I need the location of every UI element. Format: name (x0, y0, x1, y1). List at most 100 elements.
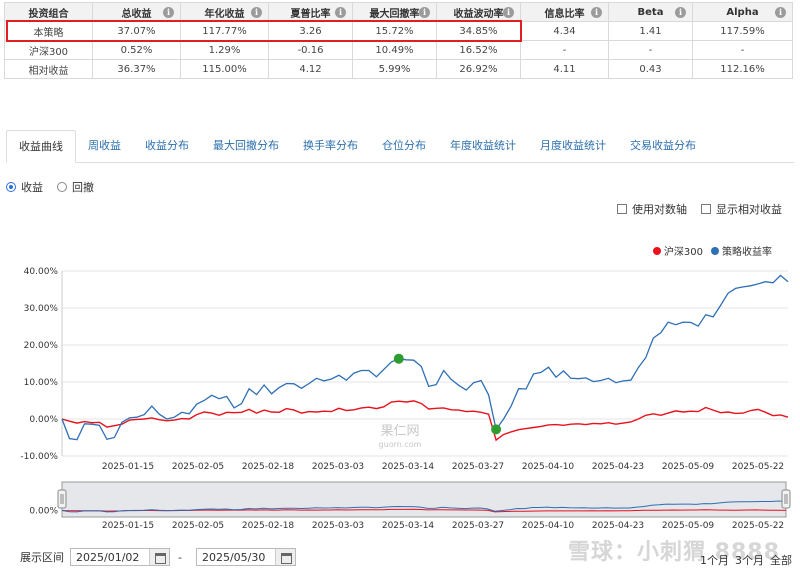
navigator-x-tick-label: 2025-01-15 (102, 521, 154, 531)
table-cell: 15.72% (352, 21, 437, 41)
log-axis-checkbox[interactable]: 使用对数轴 (617, 201, 687, 217)
y-tick-label: 30.00% (24, 304, 59, 314)
info-icon[interactable]: i (335, 7, 346, 18)
radio-label: 收益 (21, 181, 43, 194)
radio-unselected-icon (57, 182, 67, 192)
series-line-strategy (61, 274, 789, 441)
table-cell: 5.99% (352, 59, 437, 79)
info-icon[interactable]: i (775, 7, 786, 18)
tab-max-drawdown-distribution[interactable]: 最大回撤分布 (201, 130, 291, 163)
table-row: 相对收益 36.37% 115.00% 4.12 5.99% 26.92% 4.… (4, 59, 793, 79)
table-cell: 115.00% (180, 59, 269, 79)
metrics-header-row: 投资组合 总收益 i 年化收益 i 夏普比率 i 最大回撤率 i 收益波动率 i 信息比率… (4, 2, 793, 22)
chart-tabs: 收益曲线 周收益 收益分布 最大回撤分布 换手率分布 仓位分布 年度收益统计 月… (6, 130, 794, 163)
table-cell: 3.26 (268, 21, 353, 41)
zoom-all-button[interactable]: 全部 (770, 552, 792, 568)
legend-dot-icon (652, 246, 661, 255)
table-cell: 沪深300 (4, 40, 93, 60)
table-cell: 117.59% (692, 21, 793, 41)
navigator-handle[interactable] (57, 489, 67, 509)
series-line-hs300 (61, 400, 789, 442)
table-cell: 37.07% (92, 21, 181, 41)
extreme-point-marker[interactable] (491, 424, 502, 435)
tab-monthly-stats[interactable]: 月度收益统计 (528, 130, 618, 163)
header-max-drawdown: 最大回撤率 i (352, 2, 437, 22)
tab-return-distribution[interactable]: 收益分布 (133, 130, 201, 163)
info-icon[interactable]: i (419, 7, 430, 18)
table-cell: 34.85% (436, 21, 521, 41)
y-tick-label: -10.00% (20, 452, 58, 462)
info-icon[interactable]: i (251, 7, 262, 18)
tab-turnover-distribution[interactable]: 换手率分布 (291, 130, 370, 163)
return-curve-chart: 40.00% 30.00% 20.00% 10.00% 0.00% -10.00% 202… (20, 267, 791, 531)
checkbox-icon (701, 204, 711, 214)
range-separator: - (178, 550, 182, 564)
table-cell: 4.34 (520, 21, 609, 41)
table-row: 沪深300 0.52% 1.29% -0.16 10.49% 16.52% - … (4, 40, 793, 60)
calendar-icon[interactable] (149, 549, 169, 565)
tab-trade-return-distribution[interactable]: 交易收益分布 (618, 130, 708, 163)
y-tick-label: 0.00% (29, 415, 58, 425)
table-cell: 36.37% (92, 59, 181, 79)
navigator-x-tick-label: 2025-05-22 (732, 521, 784, 531)
table-cell: 4.12 (268, 59, 353, 79)
x-tick-label: 2025-04-10 (522, 462, 575, 472)
show-relative-checkbox[interactable]: 显示相对收益 (701, 201, 782, 217)
radio-drawdown[interactable]: 回撤 (57, 179, 94, 195)
table-cell: - (520, 40, 609, 60)
navigator-x-tick-label: 2025-05-09 (662, 521, 715, 531)
watermark-url: guorn.com (379, 440, 422, 449)
x-tick-label: 2025-03-03 (312, 462, 364, 472)
info-icon[interactable]: i (503, 7, 514, 18)
zoom-1m-button[interactable]: 1个月 (700, 552, 729, 568)
tab-annual-stats[interactable]: 年度收益统计 (438, 130, 528, 163)
table-cell: - (692, 40, 793, 60)
table-cell: 1.41 (608, 21, 693, 41)
table-cell: 1.29% (180, 40, 269, 60)
header-beta: Beta i (608, 2, 693, 22)
end-date-value: 2025/05/30 (201, 550, 266, 564)
view-radio-group: 收益 回撤 (6, 179, 108, 195)
checkbox-icon (617, 204, 627, 214)
x-tick-label: 2025-05-22 (732, 462, 784, 472)
table-cell: 26.92% (436, 59, 521, 79)
zoom-3m-button[interactable]: 3个月 (735, 552, 764, 568)
legend-dot-icon (711, 246, 719, 255)
navigator-x-tick-label: 2025-02-05 (172, 521, 224, 531)
navigator-x-tick-label: 2025-03-27 (452, 521, 504, 531)
radio-selected-icon (6, 182, 16, 192)
extreme-point-marker[interactable] (393, 353, 404, 364)
header-portfolio: 投资组合 (4, 2, 93, 22)
y-tick-label: 20.00% (24, 341, 59, 351)
navigator-x-tick-label: 2025-04-23 (592, 521, 644, 531)
x-tick-label: 2025-03-14 (382, 462, 435, 472)
x-tick-label: 2025-02-18 (242, 462, 295, 472)
info-icon[interactable]: i (591, 7, 602, 18)
y-tick-label: 40.00% (24, 267, 59, 277)
tab-position-distribution[interactable]: 仓位分布 (370, 130, 438, 163)
info-icon[interactable]: i (675, 7, 686, 18)
zoom-buttons: 1个月 3个月 全部 (694, 552, 792, 568)
x-tick-label: 2025-04-23 (592, 462, 644, 472)
x-tick-label: 2025-05-09 (662, 462, 715, 472)
chart-options: 使用对数轴 显示相对收益 (603, 201, 782, 217)
navigator-x-tick-label: 2025-03-03 (312, 521, 364, 531)
watermark-title: 果仁网 (380, 424, 419, 439)
radio-return[interactable]: 收益 (6, 179, 43, 195)
start-date-input[interactable]: 2025/01/02 (70, 548, 170, 566)
start-date-value: 2025/01/02 (76, 550, 140, 564)
calendar-icon[interactable] (274, 549, 295, 565)
end-date-input[interactable]: 2025/05/30 (195, 548, 296, 566)
tab-weekly-return[interactable]: 周收益 (76, 130, 133, 163)
table-cell: 117.77% (180, 21, 269, 41)
tab-return-curve[interactable]: 收益曲线 (6, 130, 76, 163)
info-icon[interactable]: i (163, 7, 174, 18)
navigator-window[interactable] (61, 481, 787, 518)
table-cell: 相对收益 (4, 59, 93, 79)
table-row: 本策略 37.07% 117.77% 3.26 15.72% 34.85% 4.… (4, 21, 793, 41)
navigator-handle[interactable] (781, 489, 791, 509)
header-info-ratio: 信息比率 i (520, 2, 609, 22)
radio-label: 回撤 (72, 181, 94, 194)
header-total-return: 总收益 i (92, 2, 181, 22)
checkbox-label: 使用对数轴 (632, 203, 687, 216)
